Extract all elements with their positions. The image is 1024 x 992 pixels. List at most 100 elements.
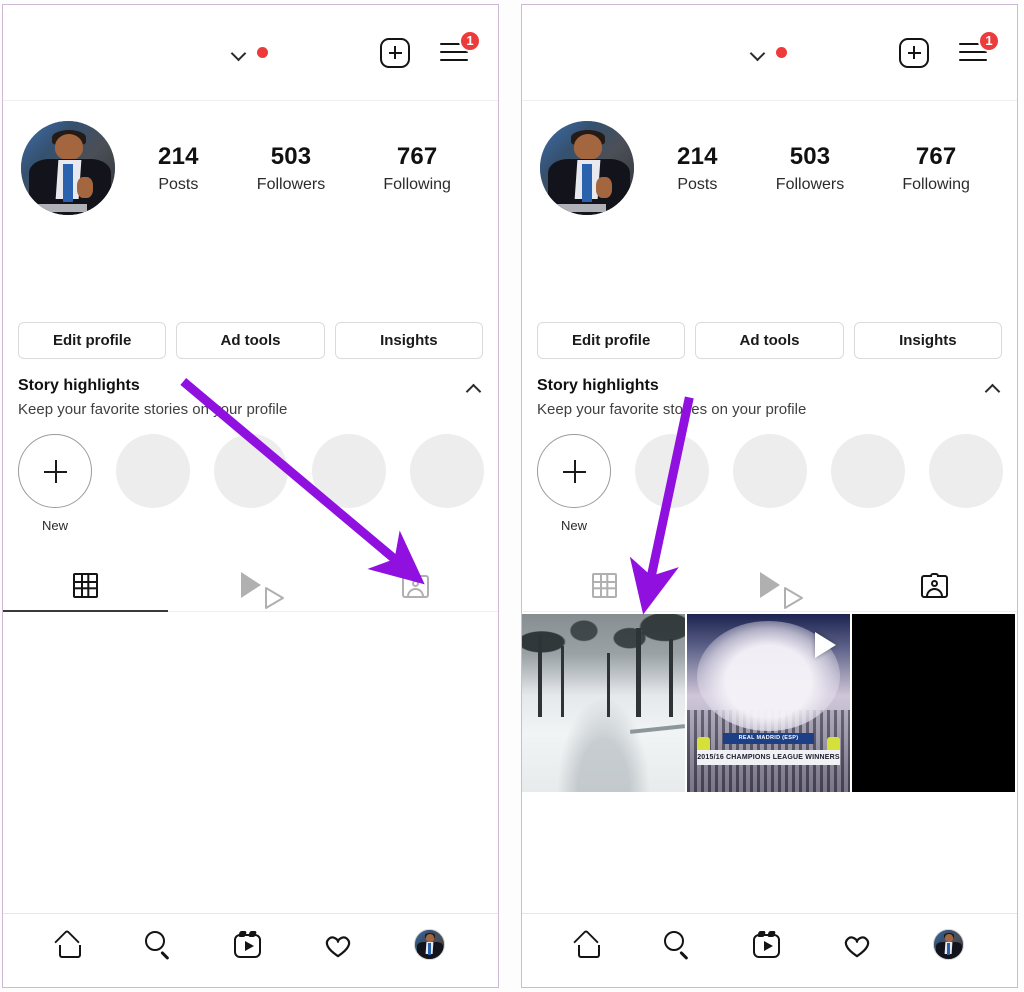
highlight-placeholder[interactable]	[929, 434, 1003, 533]
heart-icon[interactable]	[842, 931, 872, 958]
stat-posts[interactable]: 214 Posts	[677, 143, 718, 194]
grid-icon	[73, 572, 98, 598]
profile-header: 214 Posts 503 Followers 767 Following	[3, 101, 498, 221]
plus-square-icon[interactable]	[380, 37, 410, 68]
profile-tab-bar	[522, 559, 1017, 612]
ad-tools-button[interactable]: Ad tools	[695, 322, 844, 359]
username-dropdown[interactable]	[231, 45, 268, 61]
top-bar: 1	[3, 5, 498, 101]
stat-label: Posts	[677, 175, 718, 193]
hamburger-menu-icon[interactable]: 1	[959, 29, 1000, 65]
profile-action-buttons: Edit profile Ad tools Insights	[522, 322, 1017, 359]
ad-tools-button[interactable]: Ad tools	[176, 322, 325, 359]
tab-grid[interactable]	[3, 559, 168, 611]
highlight-placeholder[interactable]	[410, 434, 484, 533]
stat-label: Posts	[158, 175, 199, 193]
profile-avatar[interactable]	[21, 121, 115, 215]
stat-label: Following	[383, 175, 451, 193]
story-highlights-row: New	[3, 418, 498, 533]
top-bar: 1	[522, 5, 1017, 101]
username-dropdown[interactable]	[750, 45, 787, 61]
reels-icon[interactable]	[233, 931, 261, 958]
stat-value: 767	[396, 142, 438, 170]
stat-followers[interactable]: 503 Followers	[257, 143, 325, 194]
hamburger-menu-icon[interactable]: 1	[440, 29, 481, 65]
profile-avatar-icon[interactable]	[414, 929, 446, 960]
tab-grid[interactable]	[522, 559, 687, 611]
tagged-person-icon	[921, 572, 948, 598]
highlight-new[interactable]: New	[18, 434, 92, 533]
story-highlights-header: Story highlights Keep your favorite stor…	[522, 359, 1017, 418]
profile-action-buttons: Edit profile Ad tools Insights	[3, 322, 498, 359]
highlight-new[interactable]: New	[537, 434, 611, 533]
home-icon[interactable]	[573, 928, 603, 958]
bottom-navigation-bar	[3, 913, 498, 987]
heart-icon[interactable]	[323, 931, 353, 958]
stat-value: 214	[677, 142, 718, 170]
post-thumbnail[interactable]	[522, 614, 685, 792]
stat-label: Following	[902, 175, 970, 193]
post-banner-caption: 2015/16 CHAMPIONS LEAGUE WINNERS	[696, 750, 841, 766]
grid-icon	[592, 572, 617, 598]
menu-badge: 1	[978, 29, 1000, 52]
tab-reels[interactable]	[687, 559, 852, 611]
edit-profile-button[interactable]: Edit profile	[537, 322, 686, 359]
red-dot-indicator	[776, 47, 787, 58]
reels-icon[interactable]	[752, 931, 780, 958]
story-highlights-row: New	[522, 418, 1017, 533]
tab-tagged[interactable]	[852, 559, 1017, 611]
story-highlights-header: Story highlights Keep your favorite stor…	[3, 359, 498, 418]
edit-profile-button[interactable]: Edit profile	[18, 322, 167, 359]
profile-avatar[interactable]	[540, 121, 634, 215]
chevron-up-icon[interactable]	[984, 380, 1002, 398]
post-thumbnail-text[interactable]	[852, 614, 1015, 792]
plus-circle-icon[interactable]	[537, 434, 611, 508]
highlight-placeholder[interactable]	[312, 434, 386, 533]
post-thumbnail-video[interactable]: REAL MADRID (ESP) 2015/16 CHAMPIONS LEAG…	[687, 614, 850, 792]
stat-followers[interactable]: 503 Followers	[776, 143, 844, 194]
profile-tab-bar	[3, 559, 498, 612]
tagged-posts-grid: REAL MADRID (ESP) 2015/16 CHAMPIONS LEAG…	[522, 614, 1017, 792]
screenshot-stage: 1 214 Posts 503 Followers 767 Following …	[0, 0, 1024, 992]
stat-posts[interactable]: 214 Posts	[158, 143, 199, 194]
stat-value: 503	[789, 142, 831, 170]
profile-header: 214 Posts 503 Followers 767 Following	[522, 101, 1017, 221]
chevron-down-icon[interactable]	[231, 45, 247, 61]
home-icon[interactable]	[54, 928, 84, 958]
chevron-down-icon[interactable]	[750, 45, 766, 61]
highlight-placeholder[interactable]	[831, 434, 905, 533]
top-bar-actions: 1	[380, 29, 481, 68]
reels-play-icon	[759, 572, 803, 609]
insights-button[interactable]: Insights	[334, 322, 483, 359]
highlight-placeholder[interactable]	[635, 434, 709, 533]
tab-reels[interactable]	[168, 559, 333, 611]
stat-value: 767	[915, 142, 957, 170]
search-icon[interactable]	[664, 931, 691, 961]
red-dot-indicator	[257, 47, 268, 58]
search-icon[interactable]	[145, 931, 172, 961]
story-highlights-title: Story highlights	[18, 377, 140, 394]
plus-square-icon[interactable]	[899, 37, 929, 68]
highlight-placeholder[interactable]	[116, 434, 190, 533]
play-overlay-icon	[815, 632, 836, 658]
tab-tagged[interactable]	[333, 559, 498, 611]
tagged-person-icon	[402, 572, 429, 598]
post-banner-team: REAL MADRID (ESP)	[722, 732, 815, 744]
bottom-navigation-bar	[522, 913, 1017, 987]
highlight-placeholder[interactable]	[214, 434, 288, 533]
story-highlights-title: Story highlights	[537, 377, 659, 394]
stat-label: Followers	[256, 175, 326, 193]
chevron-up-icon[interactable]	[465, 380, 483, 398]
profile-avatar-icon[interactable]	[933, 929, 965, 960]
phone-screen-right: 1 214 Posts 503 Followers 767 Following …	[521, 4, 1018, 988]
menu-badge: 1	[459, 29, 481, 52]
stat-following[interactable]: 767 Following	[383, 143, 451, 194]
highlight-placeholder[interactable]	[733, 434, 807, 533]
highlight-new-label: New	[560, 518, 587, 533]
top-bar-actions: 1	[899, 29, 1000, 68]
highlight-new-label: New	[41, 518, 68, 533]
stat-following[interactable]: 767 Following	[902, 143, 970, 194]
stat-value: 503	[270, 142, 312, 170]
insights-button[interactable]: Insights	[853, 322, 1002, 359]
plus-circle-icon[interactable]	[18, 434, 92, 508]
